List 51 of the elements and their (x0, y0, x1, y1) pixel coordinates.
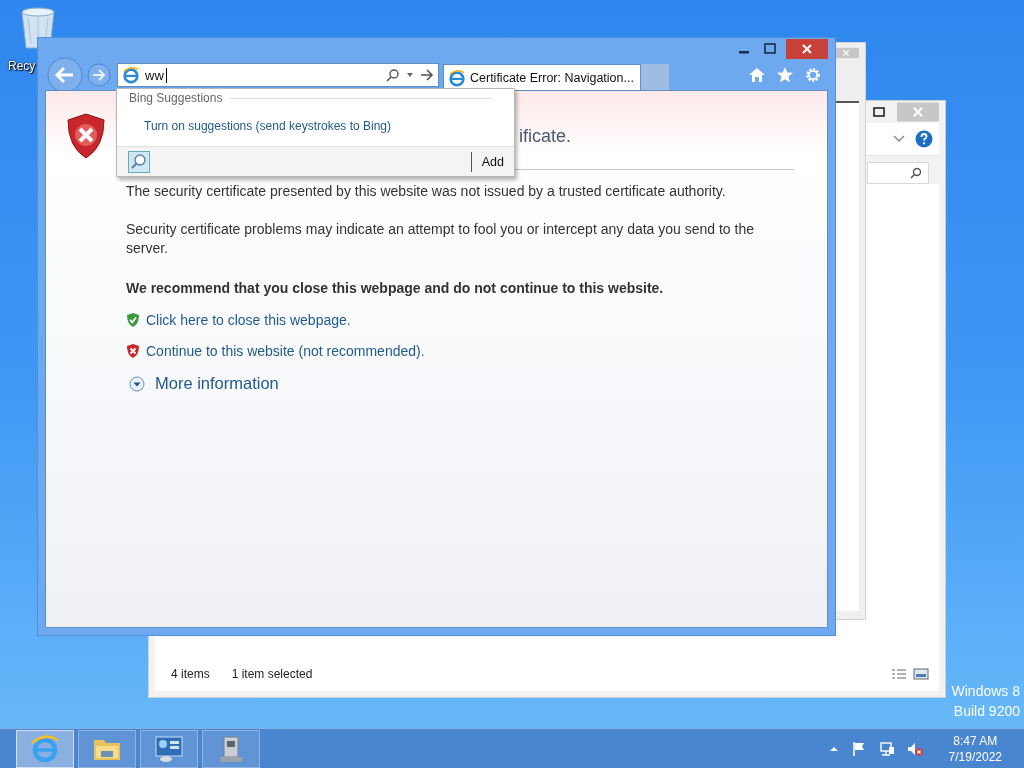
browser-tab[interactable]: Certificate Error: Navigation... (443, 64, 641, 90)
forward-button[interactable] (87, 63, 111, 87)
taskbar-button[interactable] (16, 729, 74, 768)
paragraph: Security certificate problems may indicate an attempt to fool you or intercept any data you send to the server. (126, 220, 755, 258)
search-icon (910, 167, 922, 179)
status-item-count: 4 items (171, 667, 210, 681)
taskbar-button[interactable] (78, 729, 136, 768)
paragraph: The security certificate presented by this website was not issued by a trusted certificate authority. (126, 182, 727, 201)
warning-text: We recommend that you close this webpage and do not continue to this website. (126, 280, 665, 296)
desktop-icon-label[interactable]: Recy (8, 59, 36, 73)
details-view-icon[interactable] (891, 668, 907, 680)
clock-date[interactable]: 7/19/2022 (948, 748, 1002, 765)
show-hidden-icons-icon[interactable] (828, 744, 839, 753)
search-provider-icon[interactable] (128, 150, 150, 173)
home-icon[interactable] (748, 66, 766, 84)
expand-icon[interactable] (129, 375, 145, 392)
shield-error-icon (66, 113, 106, 159)
browser-logo-icon (122, 66, 140, 84)
dashboard-icon (154, 733, 184, 764)
dropdown-caret-icon[interactable] (406, 72, 414, 78)
version-text: Windows 8 (951, 683, 1020, 699)
star-icon[interactable] (776, 66, 794, 84)
taskbar-button[interactable] (202, 729, 260, 768)
page-link[interactable]: Click here to close this webpage. (146, 312, 351, 328)
status-selection: 1 item selected (231, 667, 313, 681)
version-text: Build 9200 (953, 703, 1020, 719)
close-button[interactable] (786, 39, 828, 59)
suggestions-header: Bing Suggestions (129, 91, 223, 105)
thumbnail-view-icon[interactable] (913, 668, 929, 680)
add-button[interactable]: Add (470, 151, 514, 172)
clock-time[interactable]: 8:47 AM (953, 732, 998, 749)
page-link[interactable]: Continue to this website (not recommended). (146, 343, 425, 359)
address-field[interactable]: ww (117, 63, 439, 87)
back-button[interactable] (47, 57, 83, 93)
suggestion-link[interactable]: Turn on suggestions (send keystrokes to Bing) (144, 119, 514, 133)
address-text: ww (145, 67, 164, 83)
page-heading: ificate. (519, 125, 572, 148)
shield-check-icon (126, 312, 140, 328)
help-icon[interactable] (915, 130, 933, 148)
browser-logo-icon (30, 733, 60, 764)
network-icon[interactable] (878, 740, 895, 757)
search-icon[interactable] (386, 68, 400, 82)
settings-icon[interactable] (804, 66, 822, 84)
shield-cross-icon (126, 343, 140, 359)
search-field[interactable] (867, 162, 929, 184)
flag-icon[interactable] (850, 740, 867, 757)
go-arrow-icon[interactable] (420, 68, 434, 82)
browser-logo-icon (448, 68, 466, 87)
taskbar-button[interactable] (140, 729, 198, 768)
more-information-link[interactable]: More information (155, 374, 279, 393)
chevron-down-icon[interactable] (893, 135, 905, 143)
